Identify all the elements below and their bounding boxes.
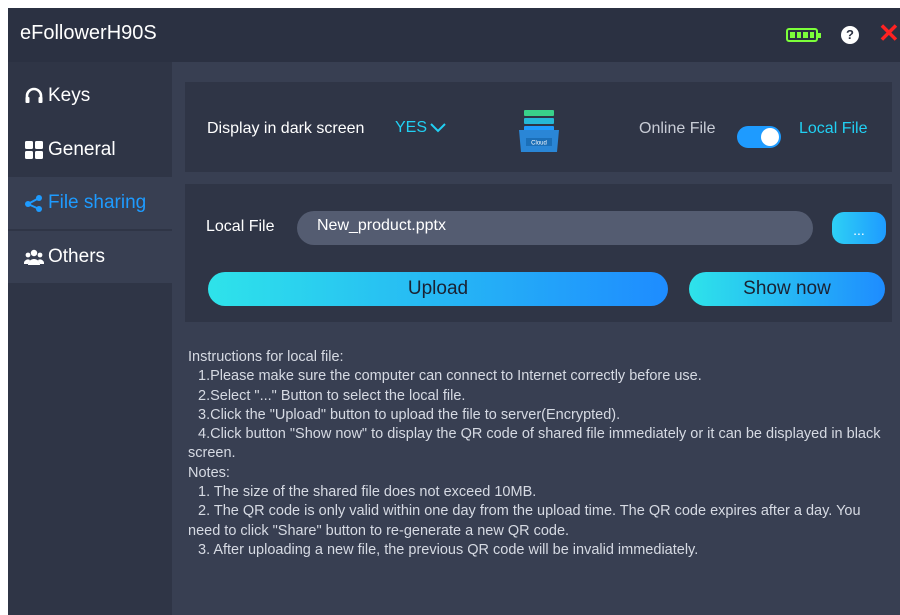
sidebar-item-label: File sharing	[48, 192, 147, 213]
help-icon[interactable]: ?	[841, 26, 859, 44]
note-line: 1. The size of the shared file does not …	[198, 484, 537, 501]
grid-icon	[24, 140, 44, 160]
instructions-text: Instructions for local file: 1.Please ma…	[188, 348, 896, 560]
local-file-path-input[interactable]: New_product.pptx	[297, 211, 813, 245]
notes-heading: Notes:	[188, 464, 230, 481]
sidebar-item-label: Others	[48, 246, 106, 267]
sidebar-item-label: Keys	[48, 85, 91, 106]
close-icon[interactable]: ✕	[878, 18, 900, 48]
sidebar: Keys General File sharing Others	[8, 62, 172, 615]
dark-screen-value[interactable]: YES	[395, 119, 427, 137]
note-line: 3. After uploading a new file, the previ…	[198, 541, 699, 558]
sidebar-item-keys[interactable]: Keys	[8, 70, 172, 122]
upload-button[interactable]: Upload	[208, 272, 668, 306]
file-source-toggle[interactable]	[737, 126, 781, 148]
instruction-line: 4.Click button "Show now" to display the…	[188, 426, 881, 462]
cloud-file-icon: Cloud	[516, 108, 562, 159]
headphones-icon	[24, 86, 44, 106]
local-file-label: Local File	[206, 218, 275, 235]
app-window: eFollowerH90S ? ✕ Keys General File shar…	[8, 8, 900, 615]
online-file-label: Online File	[639, 120, 716, 137]
sidebar-item-label: General	[48, 139, 116, 160]
title-bar: eFollowerH90S ? ✕	[8, 8, 900, 62]
group-icon	[23, 247, 45, 267]
instruction-line: 3.Click the "Upload" button to upload th…	[198, 406, 621, 423]
instructions-heading: Instructions for local file:	[188, 349, 344, 365]
sidebar-item-general[interactable]: General	[8, 124, 172, 176]
local-file-toggle-label: Local File	[799, 120, 868, 137]
browse-button[interactable]: ...	[832, 212, 886, 244]
sidebar-item-file-sharing[interactable]: File sharing	[8, 177, 172, 229]
sidebar-item-others[interactable]: Others	[8, 231, 172, 283]
battery-icon	[786, 28, 821, 42]
dark-screen-label: Display in dark screen	[207, 120, 365, 137]
share-icon	[24, 193, 44, 213]
instruction-line: 1.Please make sure the computer can conn…	[198, 368, 702, 385]
note-line: 2. The QR code is only valid within one …	[188, 503, 861, 539]
chevron-down-icon[interactable]	[430, 121, 446, 139]
show-now-button[interactable]: Show now	[689, 272, 885, 306]
cloud-icon-text: Cloud	[531, 141, 547, 147]
instruction-line: 2.Select "..." Button to select the loca…	[198, 387, 466, 404]
app-title: eFollowerH90S	[20, 22, 157, 44]
